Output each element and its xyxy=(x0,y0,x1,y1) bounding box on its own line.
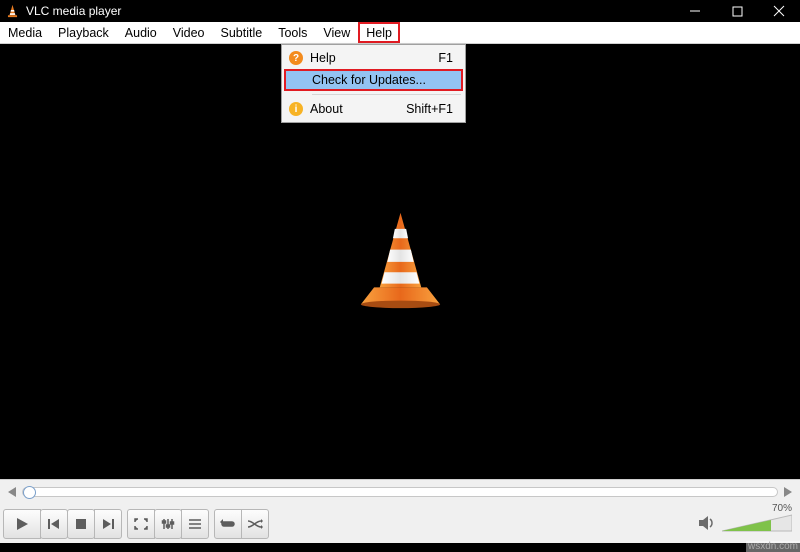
menu-video[interactable]: Video xyxy=(165,22,213,43)
menu-help-help[interactable]: ? Help F1 xyxy=(284,47,463,69)
dropdown-item-label: Check for Updates... xyxy=(310,73,461,87)
skip-back-button[interactable] xyxy=(40,509,68,539)
menu-check-for-updates[interactable]: Check for Updates... xyxy=(284,69,463,91)
dropdown-shortcut: F1 xyxy=(438,51,463,65)
speaker-icon[interactable] xyxy=(698,515,716,533)
menu-about[interactable]: i About Shift+F1 xyxy=(284,98,463,120)
menu-help[interactable]: Help xyxy=(358,22,400,43)
random-button[interactable] xyxy=(241,509,269,539)
volume-percent-label: 70% xyxy=(772,503,792,514)
skip-forward-button[interactable] xyxy=(94,509,122,539)
seek-slider[interactable] xyxy=(22,487,778,497)
window-title: VLC media player xyxy=(26,4,674,18)
menu-media[interactable]: Media xyxy=(0,22,50,43)
dropdown-shortcut: Shift+F1 xyxy=(406,102,463,116)
maximize-button[interactable] xyxy=(716,0,758,22)
menu-view[interactable]: View xyxy=(315,22,358,43)
dropdown-item-label: About xyxy=(308,102,406,116)
info-icon: i xyxy=(284,102,308,116)
playback-group xyxy=(4,509,122,539)
seek-thumb[interactable] xyxy=(23,486,36,499)
menu-bar: Media Playback Audio Video Subtitle Tool… xyxy=(0,22,800,44)
seek-next-marker[interactable] xyxy=(782,482,794,502)
play-button[interactable] xyxy=(3,509,41,539)
view-group xyxy=(128,509,209,539)
help-icon: ? xyxy=(284,51,308,65)
loop-button[interactable] xyxy=(214,509,242,539)
menu-subtitle[interactable]: Subtitle xyxy=(213,22,271,43)
seek-prev-marker[interactable] xyxy=(6,482,18,502)
menu-audio[interactable]: Audio xyxy=(117,22,165,43)
menu-tools[interactable]: Tools xyxy=(270,22,315,43)
mode-group xyxy=(215,509,269,539)
close-button[interactable] xyxy=(758,0,800,22)
button-row: 70% xyxy=(0,504,800,544)
dropdown-separator xyxy=(312,94,461,95)
title-bar: VLC media player xyxy=(0,0,800,22)
vlc-cone-logo-icon xyxy=(353,210,448,313)
playback-controls: 70% xyxy=(0,479,800,543)
minimize-button[interactable] xyxy=(674,0,716,22)
seek-row xyxy=(0,480,800,504)
volume-slider[interactable]: 70% xyxy=(722,513,792,535)
extended-settings-button[interactable] xyxy=(154,509,182,539)
dropdown-item-label: Help xyxy=(308,51,438,65)
watermark: wsxdn.com xyxy=(746,541,800,552)
fullscreen-button[interactable] xyxy=(127,509,155,539)
playlist-button[interactable] xyxy=(181,509,209,539)
vlc-cone-icon xyxy=(6,4,20,18)
stop-button[interactable] xyxy=(67,509,95,539)
help-dropdown: ? Help F1 Check for Updates... i About S… xyxy=(281,44,466,123)
menu-playback[interactable]: Playback xyxy=(50,22,117,43)
